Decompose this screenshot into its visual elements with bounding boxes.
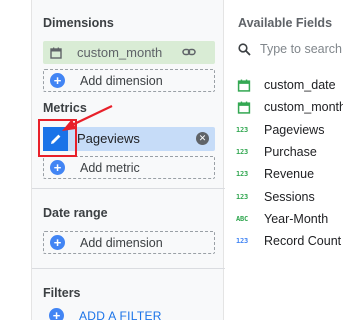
date-range-title: Date range	[43, 206, 108, 220]
field-item[interactable]: 123 Pageviews	[236, 119, 343, 141]
link-icon[interactable]	[182, 45, 196, 59]
add-dimension-button[interactable]: + Add dimension	[43, 69, 215, 92]
number-icon: 123	[236, 170, 249, 179]
available-fields-panel: Available Fields Type to search custom_d…	[225, 0, 343, 320]
number-icon: 123	[236, 237, 249, 246]
data-config-panel: Dimensions custom_month + Add dimension …	[31, 0, 225, 320]
field-label: Pageviews	[264, 122, 325, 137]
number-icon: 123	[236, 148, 249, 157]
plus-icon: +	[50, 235, 65, 250]
filters-title: Filters	[43, 286, 81, 300]
field-label: custom_date	[264, 78, 336, 93]
add-date-range-label: Add dimension	[80, 235, 163, 250]
text-icon: ABC	[236, 214, 249, 223]
plus-icon: +	[49, 308, 64, 320]
available-fields-title: Available Fields	[238, 16, 333, 30]
field-item[interactable]: 123 Revenue	[236, 163, 343, 185]
field-search[interactable]: Type to search	[238, 42, 342, 56]
search-icon	[238, 42, 251, 56]
dimension-chip[interactable]: custom_month	[43, 41, 215, 64]
field-item[interactable]: 123 Record Count	[236, 230, 343, 252]
field-item[interactable]: custom_date	[236, 74, 343, 96]
field-label: Sessions	[264, 189, 315, 204]
add-dimension-label: Add dimension	[80, 73, 163, 88]
remove-metric-icon[interactable]: ✕	[196, 132, 209, 145]
add-filter-button[interactable]: + ADD A FILTER	[43, 308, 162, 320]
divider	[32, 268, 225, 269]
field-label: Record Count	[264, 234, 342, 249]
plus-icon: +	[50, 73, 65, 88]
calendar-icon	[237, 79, 251, 92]
number-icon: 123	[236, 192, 249, 201]
field-label: Revenue	[264, 167, 315, 182]
field-item[interactable]: custom_month	[236, 96, 343, 118]
divider	[32, 188, 225, 189]
dimension-chip-label: custom_month	[77, 45, 163, 60]
plus-icon: +	[50, 160, 65, 175]
add-filter-label: ADD A FILTER	[79, 308, 162, 320]
field-item[interactable]: ABC Year-Month	[236, 208, 343, 230]
dimensions-title: Dimensions	[43, 16, 114, 30]
field-item[interactable]: 123 Purchase	[236, 141, 343, 163]
number-icon: 123	[236, 125, 249, 134]
field-list: custom_date custom_month 123 Pageviews 1…	[236, 74, 343, 252]
field-label: custom_month	[264, 100, 343, 115]
add-date-range-button[interactable]: + Add dimension	[43, 231, 215, 254]
field-label: Purchase	[264, 145, 317, 160]
field-label: Year-Month	[264, 211, 329, 226]
add-metric-button[interactable]: + Add metric	[43, 156, 215, 179]
field-item[interactable]: 123 Sessions	[236, 185, 343, 207]
add-metric-label: Add metric	[80, 160, 140, 175]
search-input[interactable]: Type to search	[260, 42, 342, 56]
arrow-annotation	[62, 105, 113, 131]
calendar-icon	[50, 47, 62, 59]
calendar-icon	[237, 101, 251, 114]
